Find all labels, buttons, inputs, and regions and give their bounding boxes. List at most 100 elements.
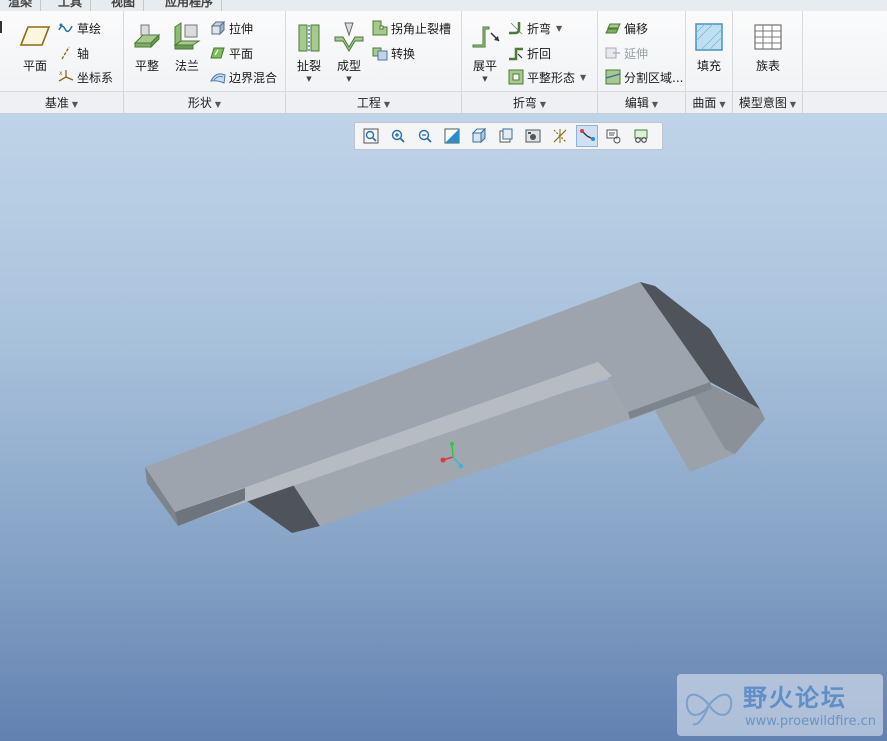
flat-state-icon (508, 69, 524, 85)
boundary-blend-button[interactable]: 边界混合 (210, 67, 277, 87)
ribbon-tab-bar: 渲染 工具 视图 应用程序 (0, 0, 887, 11)
form-dropdown-icon[interactable]: ▼ (326, 75, 372, 83)
group-editing: 偏移 延伸 分割区域... (598, 11, 686, 92)
bend-back-button[interactable]: 折回 (508, 43, 551, 63)
corner-relief-icon (372, 20, 388, 36)
group-datum-label: 基准 (44, 96, 69, 110)
tab-view[interactable]: 视图 (103, 0, 145, 11)
unbend-dropdown-icon[interactable]: ▼ (462, 75, 508, 83)
form-button[interactable]: 成型 ▼ (326, 21, 372, 83)
boundary-blend-icon (210, 73, 226, 84)
group-engineering-label: 工程 (356, 96, 381, 110)
group-surfaces-menu[interactable]: 曲面 ▼ (686, 92, 733, 114)
group-datum-menu[interactable]: 基准 ▼ (0, 92, 124, 114)
group-model-intent-menu[interactable]: 模型意图 ▼ (733, 92, 803, 114)
group-surfaces-label: 曲面 (692, 96, 717, 110)
extend-label: 延伸 (624, 46, 649, 61)
bend-dropdown-icon[interactable]: ▼ (556, 24, 562, 33)
split-area-label: 分割区域... (624, 70, 684, 85)
group-editing-menu[interactable]: 编辑 ▼ (598, 92, 686, 114)
plane-button[interactable]: 平面 (12, 21, 58, 74)
plane-label: 平面 (22, 59, 47, 73)
chevron-down-icon: ▼ (383, 100, 391, 109)
fill-icon (695, 23, 723, 51)
sketch-label: 草绘 (77, 21, 102, 36)
flat-state-dropdown-icon[interactable]: ▼ (580, 73, 586, 82)
bend-back-label: 折回 (527, 46, 552, 61)
planar-label: 平面 (229, 46, 254, 61)
corner-relief-button[interactable]: 拐角止裂槽 (372, 18, 451, 38)
group-shape-menu[interactable]: 形状 ▼ (124, 92, 286, 114)
corner-relief-label: 拐角止裂槽 (391, 21, 452, 36)
convert-label: 转换 (391, 46, 416, 61)
bend-button[interactable]: 折弯 ▼ (508, 18, 562, 38)
split-area-button[interactable]: 分割区域... (605, 67, 683, 87)
group-shape: 平整 法兰 拉伸 平面 边界混合 (124, 11, 286, 92)
flat-state-label: 平整形态 (527, 70, 576, 85)
flange-wall-button[interactable]: 法兰 (164, 21, 210, 74)
group-datum: 平面 草绘 轴 x 坐标系 (0, 11, 124, 92)
chevron-down-icon: ▼ (719, 100, 726, 109)
flange-wall-label: 法兰 (174, 59, 199, 73)
axis-button[interactable]: 轴 (58, 43, 89, 63)
unbend-icon (472, 26, 500, 48)
tab-applications[interactable]: 应用程序 (157, 0, 223, 11)
extrude-button[interactable]: 拉伸 (210, 18, 253, 38)
datum-plane-icon (19, 26, 51, 46)
group-model-intent: 族表 (733, 11, 803, 92)
group-bends-label: 折弯 (512, 96, 537, 110)
extend-button[interactable]: 延伸 (605, 43, 648, 63)
planar-icon (210, 47, 225, 59)
group-engineering: 扯裂 ▼ 成型 ▼ 拐角止裂槽 转换 (286, 11, 462, 92)
chevron-down-icon: ▼ (651, 100, 659, 109)
form-label: 成型 (336, 59, 361, 73)
extrude-icon (210, 20, 226, 36)
group-bends-menu[interactable]: 折弯 ▼ (462, 92, 598, 114)
unbend-label: 展平 (472, 59, 497, 73)
coordinate-system-icon: x (58, 70, 74, 82)
convert-button[interactable]: 转换 (372, 43, 415, 63)
unbend-button[interactable]: 展平 ▼ (462, 21, 508, 83)
ribbon-group-labels: 基准 ▼ 形状 ▼ 工程 ▼ 折弯 ▼ 编辑 ▼ 曲面 ▼ 模型意图 ▼ (0, 92, 887, 114)
axis-label: 轴 (77, 46, 90, 61)
flat-wall-icon (133, 24, 161, 49)
extend-icon (605, 47, 620, 59)
forum-title: 野火论坛 (743, 684, 847, 712)
ribbon: 平面 草绘 轴 x 坐标系 平整 法兰 拉伸 平面 边界混合 扯裂 ▼ 成型 ▼… (0, 11, 887, 92)
tab-render[interactable]: 渲染 (0, 0, 42, 11)
sketch-icon (58, 23, 73, 33)
boundary-blend-label: 边界混合 (229, 70, 278, 85)
fill-label: 填充 (696, 59, 721, 73)
flat-state-button[interactable]: 平整形态 ▼ (508, 67, 586, 87)
offset-icon (605, 23, 621, 34)
group-surfaces: 填充 (686, 11, 733, 92)
sheet-metal-part-model[interactable] (0, 114, 887, 741)
forum-logo-icon (685, 693, 733, 726)
graphics-window[interactable]: 野火论坛 www.proewildfire.cn (0, 114, 887, 741)
group-editing-label: 编辑 (624, 96, 649, 110)
family-table-button[interactable]: 族表 (745, 21, 791, 74)
split-area-icon (605, 69, 621, 85)
form-icon (334, 22, 364, 52)
fill-button[interactable]: 填充 (686, 21, 732, 74)
csys-button[interactable]: x 坐标系 (58, 67, 113, 87)
group-engineering-menu[interactable]: 工程 ▼ (286, 92, 462, 114)
tab-tools[interactable]: 工具 (50, 0, 92, 11)
group-model-intent-label: 模型意图 (738, 96, 787, 110)
chevron-down-icon: ▼ (789, 100, 797, 109)
forum-url: www.proewildfire.cn (745, 714, 876, 729)
bend-back-icon (509, 47, 523, 61)
family-table-label: 族表 (755, 59, 780, 73)
sketch-button[interactable]: 草绘 (58, 18, 101, 38)
datum-axis-icon (61, 46, 70, 60)
group-shape-label: 形状 (187, 96, 212, 110)
planar-button[interactable]: 平面 (210, 43, 253, 63)
chevron-down-icon: ▼ (539, 100, 547, 109)
svg-text:x: x (59, 70, 63, 77)
offset-button[interactable]: 偏移 (605, 18, 648, 38)
forum-watermark: 野火论坛 www.proewildfire.cn (677, 674, 883, 736)
offset-label: 偏移 (624, 21, 649, 36)
bend-icon (509, 22, 523, 35)
flange-wall-icon (173, 22, 201, 50)
group-bends: 展平 ▼ 折弯 ▼ 折回 平整形态 ▼ (462, 11, 598, 92)
